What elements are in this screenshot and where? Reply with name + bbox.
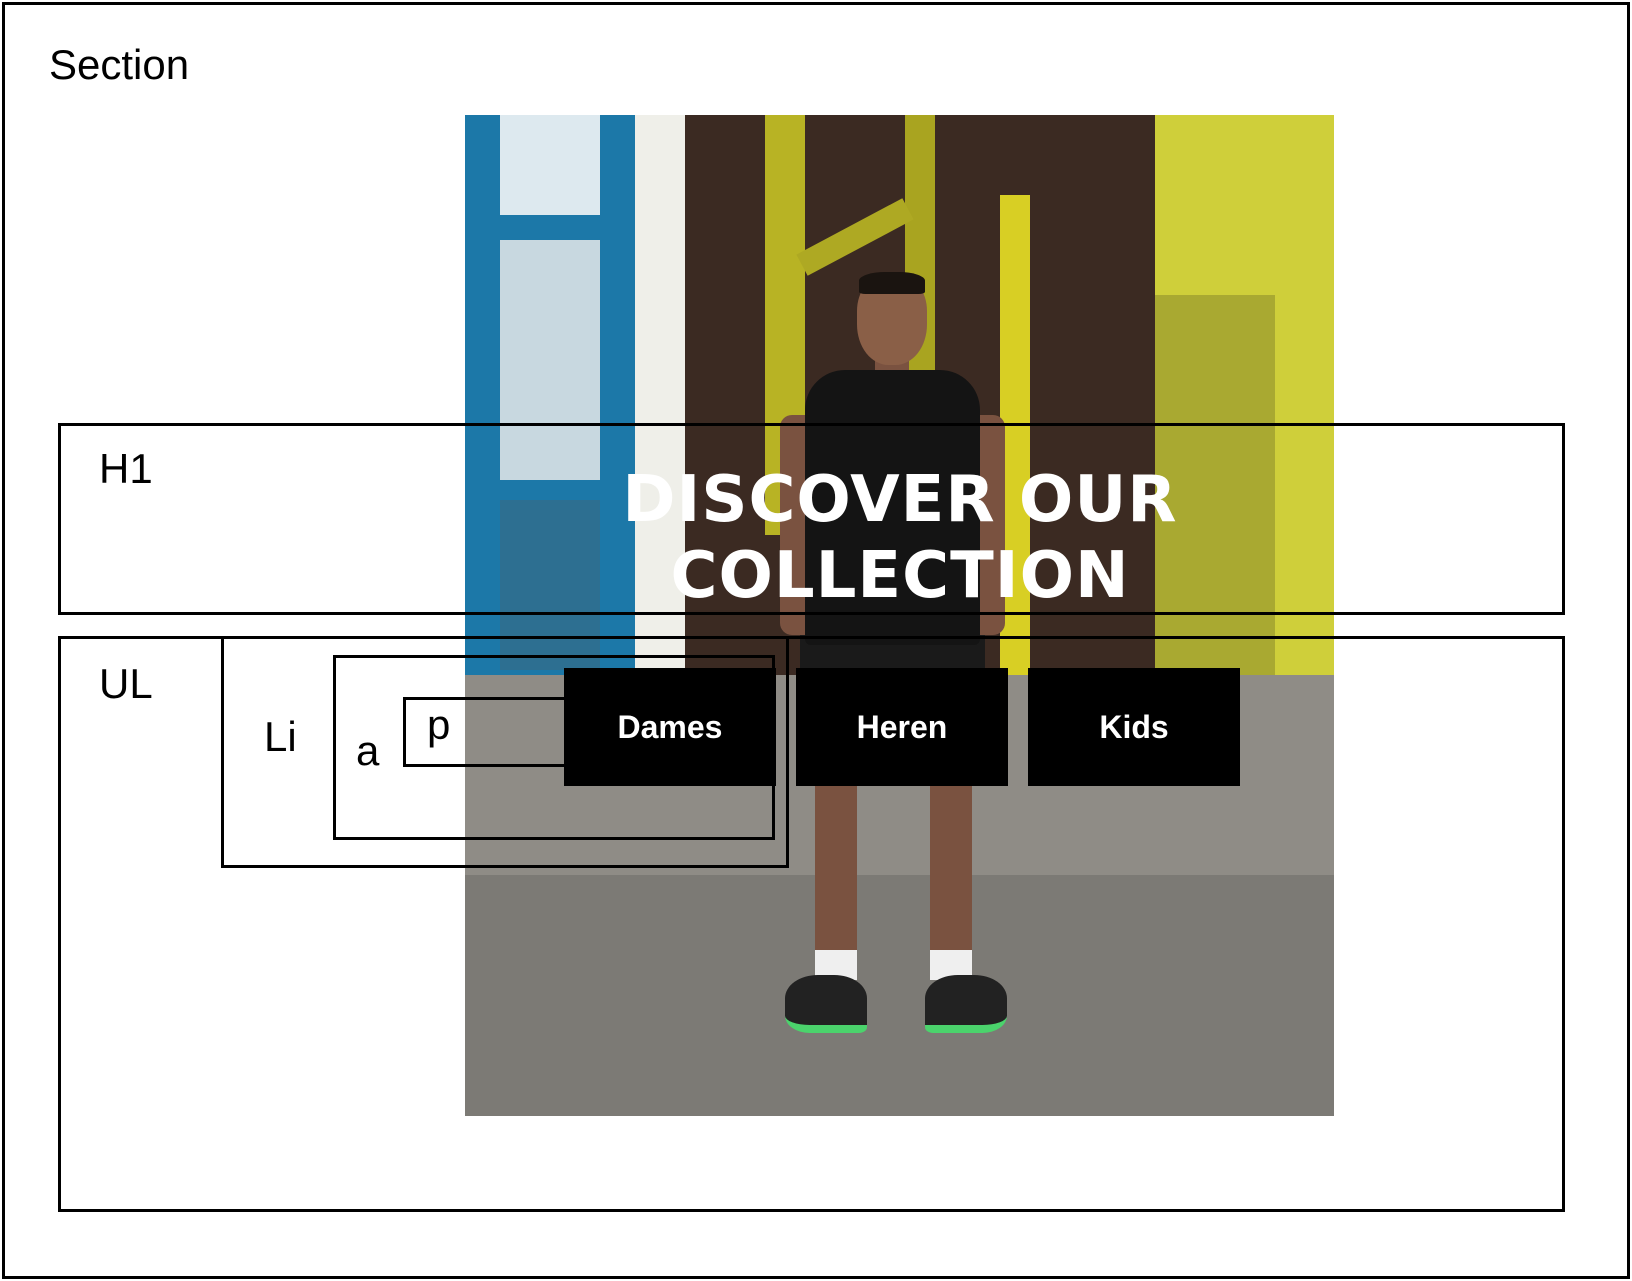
hero-heading: DISCOVER OUR COLLECTION [600, 462, 1200, 614]
li-label: Li [264, 713, 297, 760]
nav-button-heren[interactable]: Heren [796, 668, 1008, 786]
photo-person-hair [859, 272, 925, 294]
nav-button-kids[interactable]: Kids [1028, 668, 1240, 786]
h1-label: H1 [99, 445, 153, 492]
p-label: p [427, 701, 451, 748]
nav-button-dames[interactable]: Dames [564, 668, 776, 786]
hero-heading-line: DISCOVER OUR [622, 463, 1178, 537]
ul-label: UL [99, 660, 153, 707]
section-label: Section [49, 41, 190, 88]
photo-glass-pane [500, 115, 600, 215]
hero-heading-line: COLLECTION [670, 539, 1130, 613]
a-label: a [356, 727, 380, 774]
